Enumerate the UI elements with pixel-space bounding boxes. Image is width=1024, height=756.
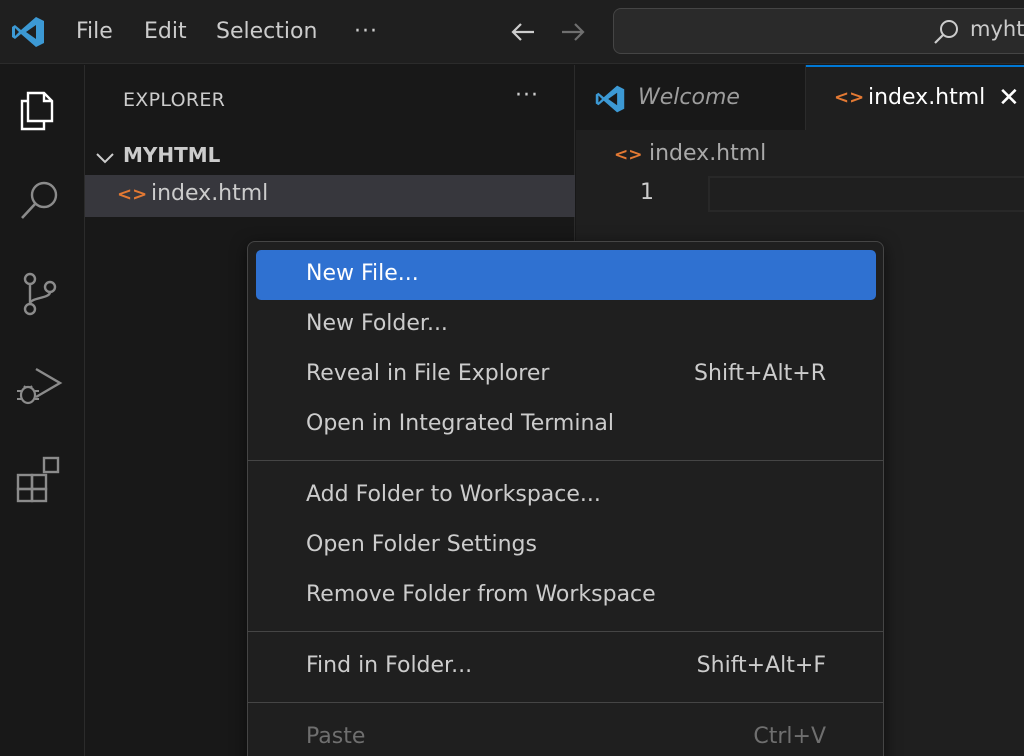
vscode-logo-icon: [595, 85, 625, 113]
menu-label: Find in Folder...: [306, 653, 473, 678]
menu-selection[interactable]: Selection: [216, 17, 317, 47]
context-menu: New File... New Folder... Reveal in File…: [247, 241, 884, 756]
html-file-icon: <>: [614, 145, 643, 165]
menu-reveal-in-file-explorer[interactable]: Reveal in File Explorer Shift+Alt+R: [256, 350, 876, 400]
file-item[interactable]: <> index.html: [85, 175, 575, 217]
tab-label: index.html: [868, 85, 986, 110]
menu-new-file[interactable]: New File...: [256, 250, 876, 300]
menu-remove-folder-from-workspace[interactable]: Remove Folder from Workspace: [256, 571, 876, 621]
activity-bar: [0, 65, 85, 756]
run-debug-icon[interactable]: [14, 359, 66, 411]
menu-edit[interactable]: Edit: [144, 17, 187, 47]
tab-label: Welcome: [638, 85, 740, 110]
menu-new-folder[interactable]: New Folder...: [256, 300, 876, 350]
search-text: myhtml: [970, 17, 1024, 41]
menu-paste[interactable]: Paste Ctrl+V: [256, 713, 876, 756]
menu-label: Remove Folder from Workspace: [306, 582, 656, 607]
folder-name: MYHTML: [123, 143, 221, 167]
source-control-icon[interactable]: [14, 267, 66, 319]
menu-label: Reveal in File Explorer: [306, 361, 550, 386]
html-file-icon: <>: [834, 87, 865, 108]
menu-label: Open Folder Settings: [306, 532, 537, 557]
forward-arrow-icon[interactable]: [558, 15, 588, 49]
explorer-more-actions[interactable]: ···: [515, 83, 539, 108]
current-line-highlight[interactable]: [708, 176, 1024, 212]
back-arrow-icon[interactable]: [508, 15, 538, 49]
tab-welcome[interactable]: Welcome: [576, 65, 806, 130]
tab-index-html[interactable]: <> index.html ✕: [806, 65, 1024, 130]
explorer-icon[interactable]: [14, 83, 66, 135]
tab-bar: Welcome <> index.html ✕: [576, 65, 1024, 130]
menu-find-in-folder[interactable]: Find in Folder... Shift+Alt+F: [256, 642, 876, 692]
menu-label: Paste: [306, 724, 366, 749]
command-center-search[interactable]: myhtml: [613, 8, 1024, 54]
menu-open-folder-settings[interactable]: Open Folder Settings: [256, 521, 876, 571]
menu-label: Add Folder to Workspace...: [306, 482, 601, 507]
menu-shortcut: Ctrl+V: [753, 724, 826, 749]
menu-shortcut: Shift+Alt+F: [696, 653, 826, 678]
explorer-title: EXPLORER: [123, 89, 226, 111]
menu-add-folder-to-workspace[interactable]: Add Folder to Workspace...: [256, 471, 876, 521]
line-number: 1: [640, 180, 654, 205]
menu-separator: [248, 460, 883, 461]
menu-open-in-terminal[interactable]: Open in Integrated Terminal: [256, 400, 876, 450]
menu-shortcut: Shift+Alt+R: [694, 361, 826, 386]
menu-separator: [248, 631, 883, 632]
search-icon: [934, 20, 958, 44]
menu-file[interactable]: File: [76, 17, 113, 47]
menu-label: Open in Integrated Terminal: [306, 411, 614, 436]
menu-label: New Folder...: [306, 311, 448, 336]
title-bar: File Edit Selection ··· myhtml: [0, 0, 1024, 64]
close-icon[interactable]: ✕: [998, 83, 1020, 113]
menu-more[interactable]: ···: [354, 17, 378, 47]
search-icon[interactable]: [14, 175, 66, 227]
chevron-down-icon: [96, 153, 114, 164]
menu-separator: [248, 702, 883, 703]
vscode-logo-icon[interactable]: [10, 14, 46, 50]
folder-header[interactable]: MYHTML: [85, 140, 575, 174]
html-file-icon: <>: [117, 184, 148, 205]
menu-label: New File...: [306, 261, 419, 286]
breadcrumb-label: index.html: [649, 141, 767, 166]
extensions-icon[interactable]: [14, 451, 66, 503]
file-name: index.html: [151, 181, 269, 206]
